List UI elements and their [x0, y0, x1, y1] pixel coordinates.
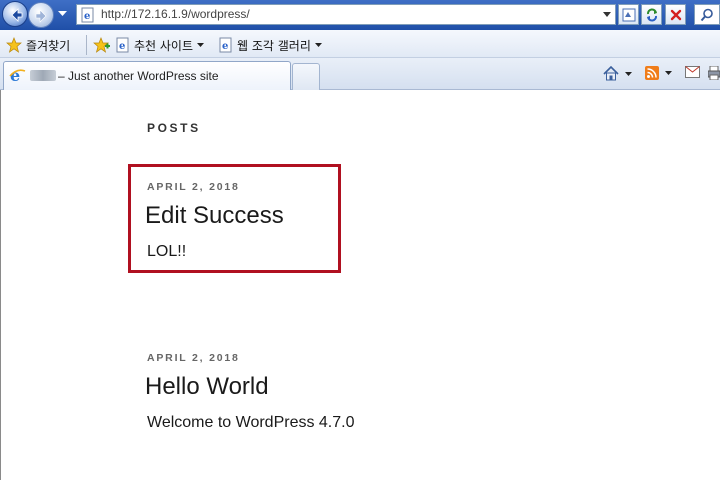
web-slice-gallery-label: 웹 조각 갤러리 [237, 38, 311, 53]
post-date[interactable]: APRIL 2, 2018 [147, 352, 240, 364]
web-slice-gallery-button[interactable]: e 웹 조각 갤러리 [219, 36, 326, 54]
favorites-bar: 즐겨찾기 e 추천 사이트 e 웹 조각 갤러리 [0, 30, 720, 58]
forward-button[interactable] [28, 2, 54, 28]
tab-bar: e – Just another WordPress site [0, 58, 720, 90]
back-button[interactable] [2, 1, 28, 27]
favorites-separator [86, 35, 87, 55]
refresh-button[interactable] [641, 4, 662, 25]
post-title[interactable]: Hello World [145, 373, 269, 401]
favorites-star-icon [6, 37, 22, 53]
url-text: http://172.16.1.9/wordpress/ [101, 7, 250, 21]
mail-icon [685, 66, 700, 78]
favorites-button[interactable]: 즐겨찾기 [6, 36, 70, 54]
ie-page-icon: e [116, 37, 129, 53]
new-tab-button[interactable] [292, 63, 320, 90]
print-button[interactable] [708, 66, 720, 80]
stop-icon [670, 9, 682, 21]
section-heading: POSTS [147, 121, 201, 135]
chevron-down-icon [665, 71, 672, 75]
ie-page-icon: e [81, 7, 94, 23]
redacted-site-name [30, 70, 56, 81]
post-excerpt: Welcome to WordPress 4.7.0 [147, 414, 355, 431]
add-to-favorites-bar-button[interactable] [93, 36, 115, 54]
ie-page-icon: e [219, 37, 232, 53]
feeds-button[interactable] [645, 66, 672, 80]
back-arrow-icon [11, 8, 23, 22]
recent-pages-dropdown-icon[interactable] [58, 11, 67, 17]
print-icon [708, 66, 720, 80]
post-date[interactable]: APRIL 2, 2018 [147, 181, 240, 193]
add-favorite-star-icon [93, 37, 110, 53]
chevron-down-icon [197, 43, 205, 47]
rss-feed-icon [645, 66, 659, 80]
forward-arrow-icon [35, 9, 47, 23]
url-dropdown-icon[interactable] [603, 12, 611, 17]
search-icon [700, 8, 713, 22]
svg-text:e: e [119, 41, 125, 52]
address-bar: e http://172.16.1.9/wordpress/ [0, 0, 720, 30]
search-field[interactable] [694, 4, 720, 25]
page-content: POSTS APRIL 2, 2018 Edit Success LOL!! A… [0, 90, 720, 480]
chevron-down-icon [314, 43, 322, 47]
url-field[interactable]: e http://172.16.1.9/wordpress/ [76, 4, 616, 25]
post-excerpt: LOL!! [147, 243, 187, 260]
suggested-sites-label: 추천 사이트 [134, 38, 194, 53]
refresh-icon [647, 8, 657, 22]
mail-button[interactable] [685, 66, 700, 78]
tab-title: – Just another WordPress site [58, 69, 219, 83]
home-icon [603, 66, 619, 81]
suggested-sites-button[interactable]: e 추천 사이트 [116, 36, 208, 54]
svg-text:e: e [84, 11, 90, 22]
chevron-down-icon [625, 71, 632, 76]
svg-text:e: e [222, 41, 228, 52]
favorites-label: 즐겨찾기 [26, 38, 71, 53]
compatibility-view-icon [622, 8, 636, 22]
compatibility-view-button[interactable] [618, 4, 639, 25]
tab-active[interactable]: e – Just another WordPress site [3, 61, 291, 90]
ie-favicon-icon: e [9, 67, 26, 84]
post-title[interactable]: Edit Success [145, 202, 284, 230]
stop-button[interactable] [665, 4, 686, 25]
home-button[interactable] [603, 66, 632, 81]
